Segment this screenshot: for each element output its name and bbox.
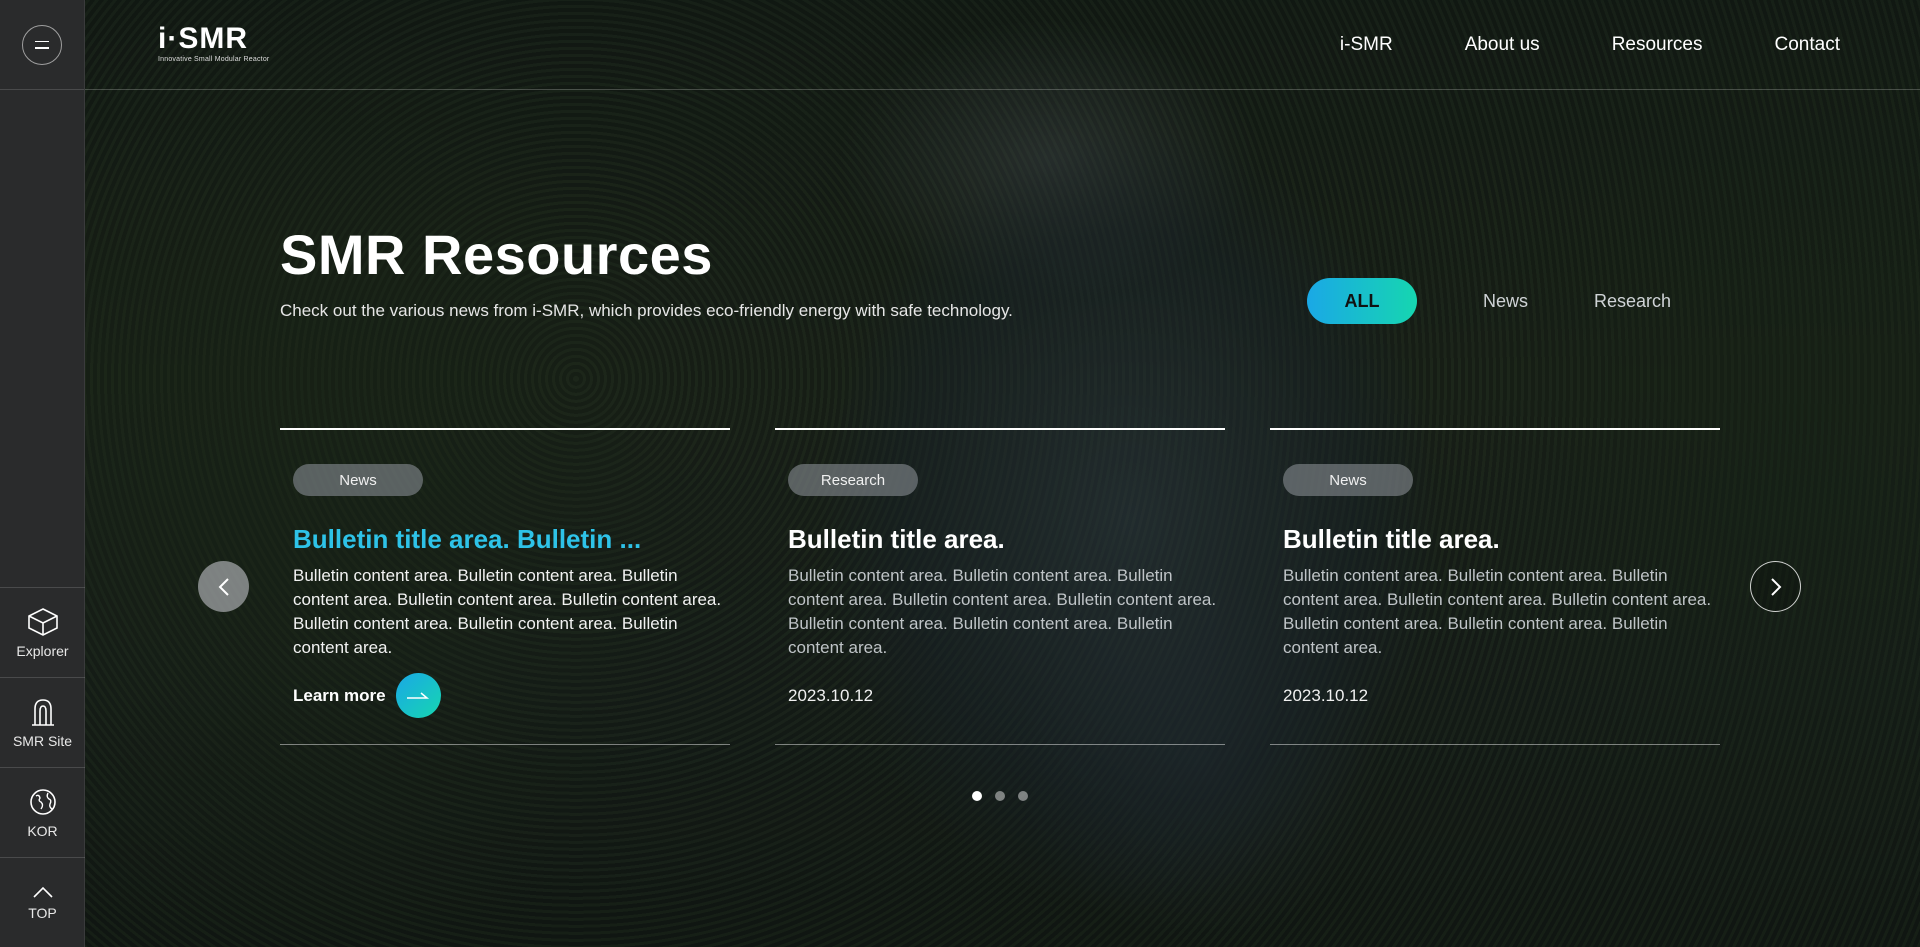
menu-line <box>35 40 49 42</box>
learn-more-label: Learn more <box>293 685 386 705</box>
rail-label-language: KOR <box>27 822 58 839</box>
menu-button[interactable] <box>22 24 62 65</box>
rail-item-smr-site[interactable]: SMR Site <box>0 677 85 767</box>
filter-news[interactable]: News <box>1483 278 1528 324</box>
rail-item-explorer[interactable]: Explorer <box>0 587 85 677</box>
page-subtitle: Check out the various news from i-SMR, w… <box>280 301 1013 320</box>
bulletin-body: Bulletin content area. Bulletin content … <box>788 566 1217 657</box>
rail-label-top: TOP <box>28 904 57 921</box>
rail-label-smr-site: SMR Site <box>12 732 73 749</box>
reactor-icon <box>31 698 54 726</box>
bulletin-date: 2023.10.12 <box>788 686 874 705</box>
bulletin-title[interactable]: Bulletin title area. Bulletin ... <box>293 524 723 555</box>
category-badge: Research <box>788 464 918 496</box>
bulletin-body: Bulletin content area. Bulletin content … <box>293 566 722 657</box>
bulletin-date: 2023.10.12 <box>1283 686 1369 705</box>
category-badge: News <box>293 464 423 496</box>
page-title: SMR Resources <box>280 223 713 286</box>
learn-more-link[interactable]: Learn more <box>293 673 441 718</box>
rail-item-language[interactable]: KOR <box>0 767 85 857</box>
top-header: i·SMR Innovative Small Modular Reactor i… <box>85 0 1920 90</box>
arrow-right-icon[interactable] <box>395 673 441 718</box>
category-badge: News <box>1283 464 1413 496</box>
chevron-up-icon <box>32 886 53 898</box>
nav-item-about-us[interactable]: About us <box>1465 34 1540 56</box>
carousel-pagination <box>972 791 1028 801</box>
category-filters: ALL News Research <box>1307 278 1671 324</box>
pagination-dot[interactable] <box>995 791 1005 801</box>
menu-line <box>35 47 49 49</box>
pagination-dot[interactable] <box>972 791 982 801</box>
carousel-next-button[interactable] <box>1750 561 1801 612</box>
nav-item-resources[interactable]: Resources <box>1612 34 1703 56</box>
bulletin-card[interactable]: News Bulletin title area. Bulletin ... B… <box>280 428 730 745</box>
rail-item-top[interactable]: TOP <box>0 857 85 947</box>
logo-tagline: Innovative Small Modular Reactor <box>158 56 270 63</box>
bulletin-body: Bulletin content area. Bulletin content … <box>1283 566 1712 657</box>
chevron-right-icon <box>1770 577 1781 596</box>
left-rail: Explorer SMR Site KOR TOP <box>0 0 85 947</box>
main-nav: i-SMR About us Resources Contact <box>1340 0 1840 90</box>
bulletin-card[interactable]: Research Bulletin title area. Bulletin c… <box>775 428 1225 745</box>
nav-item-i-smr[interactable]: i-SMR <box>1340 34 1393 56</box>
bulletin-carousel: News Bulletin title area. Bulletin ... B… <box>280 428 1720 745</box>
logo-wordmark: i·SMR <box>158 22 248 55</box>
rail-shortcuts: Explorer SMR Site KOR TOP <box>0 587 85 947</box>
rail-menu-area <box>0 0 84 90</box>
bulletin-title[interactable]: Bulletin title area. <box>788 524 1218 555</box>
nav-item-contact[interactable]: Contact <box>1775 34 1840 56</box>
cube-icon <box>27 607 58 636</box>
chevron-left-icon <box>218 577 229 596</box>
carousel-prev-button[interactable] <box>198 561 249 612</box>
bulletin-title[interactable]: Bulletin title area. <box>1283 524 1713 555</box>
logo[interactable]: i·SMR Innovative Small Modular Reactor <box>158 24 278 68</box>
filter-research[interactable]: Research <box>1594 278 1671 324</box>
pagination-dot[interactable] <box>1018 791 1028 801</box>
filter-all[interactable]: ALL <box>1307 278 1417 324</box>
bulletin-card[interactable]: News Bulletin title area. Bulletin conte… <box>1270 428 1720 745</box>
rail-label-explorer: Explorer <box>16 642 69 659</box>
globe-icon <box>29 788 56 815</box>
